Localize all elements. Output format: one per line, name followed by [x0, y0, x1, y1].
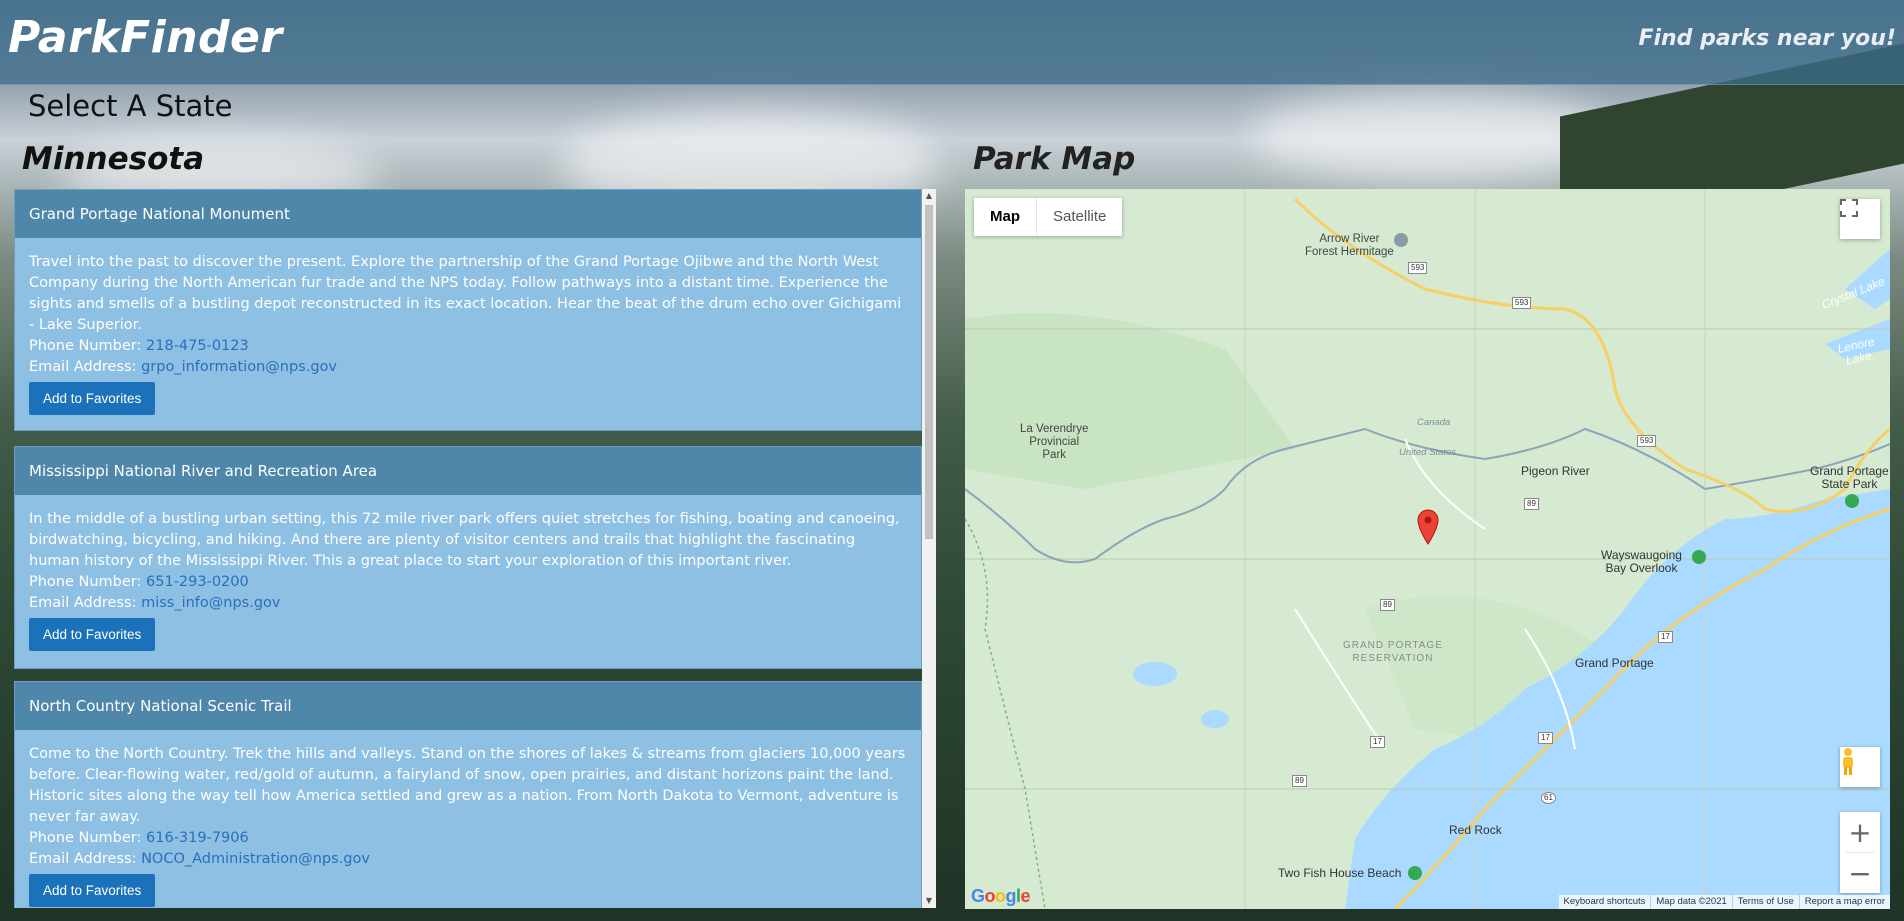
site-header: ParkFinder Find parks near you! — [0, 0, 1904, 85]
road-shield: 17 — [1538, 732, 1553, 744]
park-card: Grand Portage National Monument Travel i… — [14, 189, 922, 431]
brand-logo[interactable]: ParkFinder — [8, 12, 283, 63]
tagline: Find parks near you! — [1638, 26, 1896, 51]
scroll-up-icon[interactable]: ▲ — [925, 191, 933, 201]
park-name: Mississippi National River and Recreatio… — [15, 447, 921, 495]
email-label: Email Address: — [29, 359, 137, 375]
map-label-grand-portage-state-park: Grand Portage State Park — [1810, 464, 1889, 491]
park-name: North Country National Scenic Trail — [15, 682, 921, 730]
map-type-control: Map Satellite — [974, 198, 1123, 236]
map-attribution: Keyboard shortcuts Map data ©2021 Terms … — [1558, 895, 1890, 909]
scrollbar-thumb[interactable] — [925, 205, 933, 539]
park-description: Come to the North Country. Trek the hill… — [29, 746, 906, 825]
report-error-link[interactable]: Report a map error — [1798, 895, 1890, 909]
zoom-out-icon[interactable]: − — [1840, 853, 1880, 893]
map-label-arrow-river: Arrow River Forest Hermitage — [1305, 233, 1394, 258]
fullscreen-button[interactable] — [1840, 199, 1880, 239]
add-to-favorites-button[interactable]: Add to Favorites — [29, 618, 156, 651]
map-data-text: Map data ©2021 — [1650, 895, 1731, 909]
state-heading: Minnesota — [22, 141, 205, 177]
park-card: Mississippi National River and Recreatio… — [14, 446, 922, 669]
zoom-control: + − — [1840, 812, 1880, 893]
road-shield: 17 — [1658, 631, 1673, 643]
email-link[interactable]: NOCO_Administration@nps.gov — [141, 851, 370, 867]
road-shield: 89 — [1380, 599, 1395, 611]
phone-label: Phone Number: — [29, 830, 142, 846]
street-view-button[interactable] — [1840, 747, 1880, 787]
email-label: Email Address: — [29, 595, 137, 611]
road-shield: 593 — [1512, 297, 1532, 309]
fullscreen-icon — [1840, 199, 1858, 217]
park-description: In the middle of a bustling urban settin… — [29, 511, 900, 569]
map-label-pigeon-river: Pigeon River — [1521, 464, 1590, 478]
phone-link[interactable]: 616-319-7906 — [146, 830, 249, 846]
park-description: Travel into the past to discover the pre… — [29, 254, 902, 333]
email-link[interactable]: grpo_information@nps.gov — [141, 359, 337, 375]
map-label-wayswaugoing: Wayswaugoing Bay Overlook — [1601, 548, 1682, 575]
map-label-la-verendrye: La Verendrye Provincial Park — [1020, 423, 1089, 461]
map-label-canada: Canada — [1417, 417, 1451, 428]
phone-link[interactable]: 218-475-0123 — [146, 338, 249, 354]
map-label-united-states: United States — [1399, 447, 1457, 458]
map-type-map-button[interactable]: Map — [974, 198, 1036, 236]
map-canvas[interactable] — [965, 189, 1890, 909]
scroll-down-icon[interactable]: ▼ — [925, 896, 933, 906]
state-selector[interactable]: Select A State — [28, 89, 233, 123]
email-label: Email Address: — [29, 851, 137, 867]
map-label-reservation: GRAND PORTAGE RESERVATION — [1343, 640, 1443, 664]
map-label-two-fish: Two Fish House Beach — [1278, 866, 1402, 880]
road-shield: 593 — [1637, 435, 1657, 447]
park-list-scrollbar[interactable]: ▲ ▼ — [922, 189, 936, 908]
terms-link[interactable]: Terms of Use — [1731, 895, 1799, 909]
road-shield: 17 — [1370, 736, 1385, 748]
park-map[interactable]: Arrow River Forest Hermitage La Verendry… — [965, 189, 1890, 909]
keyboard-shortcuts-link[interactable]: Keyboard shortcuts — [1559, 895, 1651, 909]
google-logo: Google — [971, 886, 1031, 906]
park-name: Grand Portage National Monument — [15, 190, 921, 238]
phone-label: Phone Number: — [29, 574, 142, 590]
road-shield: 89 — [1524, 498, 1539, 510]
add-to-favorites-button[interactable]: Add to Favorites — [29, 382, 156, 415]
park-list[interactable]: Grand Portage National Monument Travel i… — [14, 189, 936, 908]
phone-label: Phone Number: — [29, 338, 142, 354]
add-to-favorites-button[interactable]: Add to Favorites — [29, 874, 156, 907]
road-shield: 593 — [1408, 262, 1428, 274]
map-label-grand-portage: Grand Portage — [1575, 656, 1654, 670]
map-label-red-rock: Red Rock — [1449, 823, 1502, 837]
road-shield: 61 — [1541, 792, 1556, 804]
email-link[interactable]: miss_info@nps.gov — [141, 595, 280, 611]
pegman-icon — [1843, 748, 1853, 775]
zoom-in-icon[interactable]: + — [1840, 812, 1880, 852]
map-type-satellite-button[interactable]: Satellite — [1036, 198, 1122, 236]
park-card: North Country National Scenic Trail Come… — [14, 681, 922, 908]
map-heading: Park Map — [973, 141, 1136, 177]
location-marker-icon[interactable] — [1417, 509, 1439, 545]
road-shield: 89 — [1292, 775, 1307, 787]
phone-link[interactable]: 651-293-0200 — [146, 574, 249, 590]
